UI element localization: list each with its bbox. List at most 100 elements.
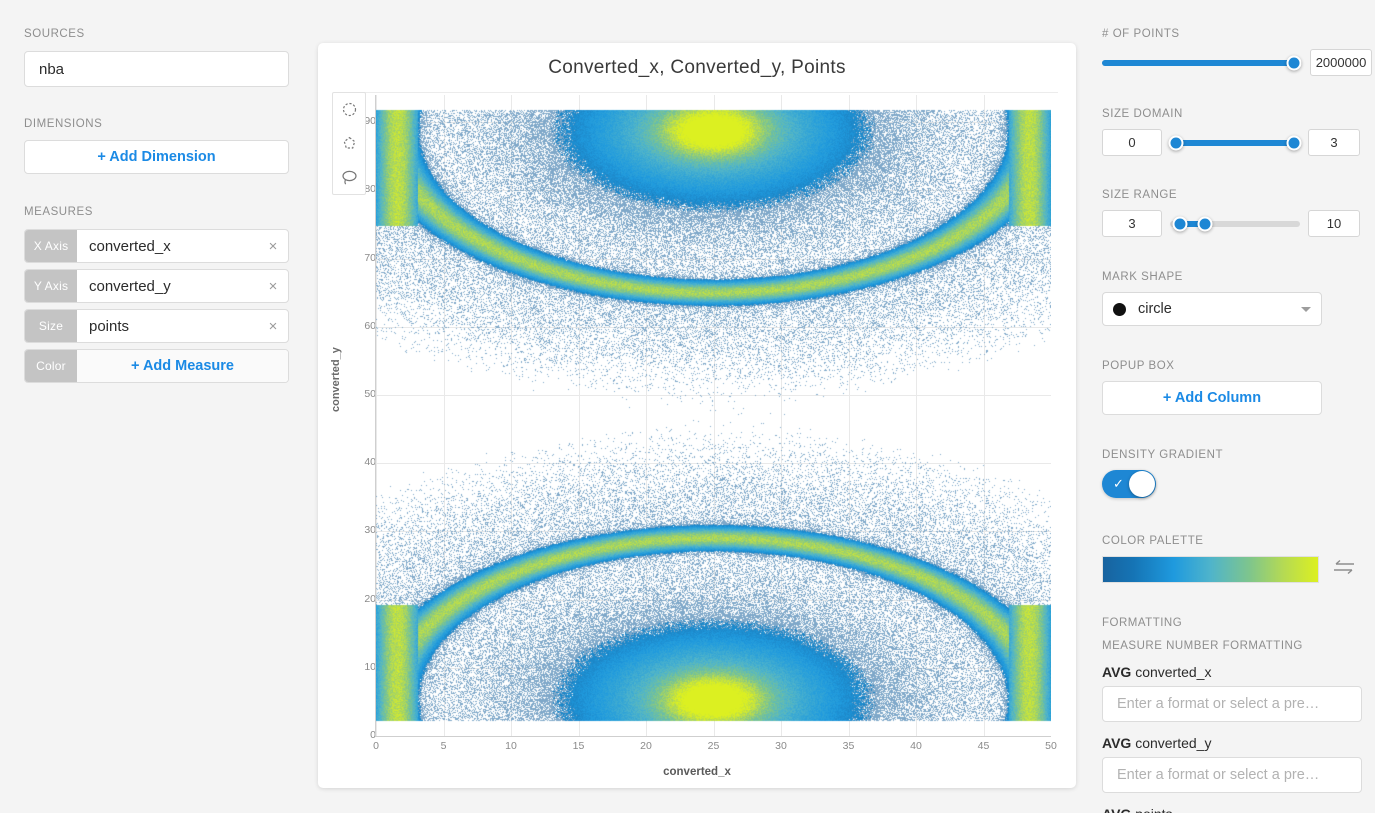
x-tick-label: 25 — [707, 740, 720, 752]
size-range-slider-row: 3 10 — [1102, 210, 1375, 237]
measure-row-color[interactable]: Color + Add Measure — [24, 349, 289, 383]
format-agg: AVG — [1102, 806, 1131, 813]
format-measure-name: AVG converted_x — [1102, 664, 1375, 680]
x-tick-label: 35 — [842, 740, 855, 752]
measure-chip: X Axis — [25, 230, 77, 262]
format-agg: AVG — [1102, 664, 1132, 680]
measure-number-formatting-label: MEASURE NUMBER FORMATTING — [1102, 640, 1303, 652]
scatter-plot-area[interactable] — [376, 95, 1051, 736]
measure-value[interactable]: points — [77, 310, 258, 342]
circle-shape-icon — [1113, 302, 1126, 316]
color-palette-control: COLOR PALETTE — [1102, 535, 1375, 583]
circle-select-icon[interactable] — [338, 99, 360, 121]
mark-shape-select[interactable]: circle — [1102, 292, 1322, 326]
points-slider-knob[interactable] — [1286, 55, 1302, 70]
x-tick-label: 20 — [640, 740, 652, 752]
popup-box-control: POPUP BOX + Add Column — [1102, 360, 1375, 415]
plot-wrapper: converted_y 0 10 20 30 40 50 60 70 80 90 0 5 10 1 — [318, 90, 1076, 788]
size-range-control: SIZE RANGE 3 10 — [1102, 189, 1375, 237]
color-palette-label: COLOR PALETTE — [1102, 535, 1204, 547]
formatting-section: FORMATTING MEASURE NUMBER FORMATTING AVG… — [1102, 617, 1375, 813]
density-gradient-label: DENSITY GRADIENT — [1102, 449, 1224, 461]
x-tick-label: 50 — [1045, 740, 1057, 752]
points-control: # OF POINTS 2000000 — [1102, 28, 1375, 76]
measure-value[interactable]: converted_x — [77, 230, 258, 262]
x-tick-label: 10 — [505, 740, 517, 752]
check-icon: ✓ — [1113, 476, 1124, 491]
size-range-max-input[interactable]: 10 — [1308, 210, 1360, 237]
add-measure-button[interactable]: + Add Measure — [77, 350, 288, 382]
add-dimension-button[interactable]: + Add Dimension — [24, 140, 289, 174]
size-domain-label: SIZE DOMAIN — [1102, 108, 1183, 120]
format-entry-points: AVG points — [1102, 806, 1375, 813]
size-domain-max-input[interactable]: 3 — [1308, 129, 1360, 156]
points-slider-row: 2000000 — [1102, 49, 1375, 76]
size-range-label: SIZE RANGE — [1102, 189, 1178, 201]
left-sidebar: SOURCES nba DIMENSIONS + Add Dimension M… — [0, 0, 310, 813]
density-scatter-layer — [376, 95, 1051, 736]
lasso-select-icon[interactable] — [338, 166, 360, 188]
measure-chip: Size — [25, 310, 77, 342]
toggle-knob — [1129, 471, 1155, 497]
x-tick-label: 40 — [910, 740, 922, 752]
chart-title: Converted_x, Converted_y, Points — [548, 57, 846, 78]
density-gradient-control: DENSITY GRADIENT ✓ — [1102, 449, 1375, 498]
measure-chip: Color — [25, 350, 77, 382]
add-column-button[interactable]: + Add Column — [1102, 381, 1322, 415]
size-range-slider[interactable] — [1170, 216, 1300, 231]
reverse-palette-icon[interactable] — [1333, 559, 1355, 580]
points-value-input[interactable]: 2000000 — [1310, 49, 1372, 76]
formatting-title: FORMATTING — [1102, 617, 1183, 629]
size-domain-min-input[interactable]: 0 — [1102, 129, 1162, 156]
format-field: points — [1135, 806, 1172, 813]
x-axis-label: converted_x — [663, 766, 731, 778]
size-domain-max-knob[interactable] — [1286, 135, 1302, 150]
remove-measure-icon[interactable]: × — [258, 310, 288, 342]
x-tick-label: 0 — [373, 740, 379, 752]
density-canvas — [376, 95, 1051, 736]
format-entry-converted-y: AVG converted_y Enter a format or select… — [1102, 735, 1375, 793]
x-tick-label: 15 — [572, 740, 585, 752]
measure-row-x-axis[interactable]: X Axis converted_x × — [24, 229, 289, 263]
dimensions-label: DIMENSIONS — [24, 118, 103, 130]
format-input-converted-x[interactable]: Enter a format or select a pre… — [1102, 686, 1362, 722]
remove-measure-icon[interactable]: × — [258, 270, 288, 302]
points-slider[interactable] — [1102, 55, 1302, 70]
measures-list: X Axis converted_x × Y Axis converted_y … — [24, 229, 289, 389]
source-input[interactable]: nba — [24, 51, 289, 87]
size-range-min-input[interactable]: 3 — [1102, 210, 1162, 237]
size-domain-control: SIZE DOMAIN 0 3 — [1102, 108, 1375, 156]
format-entry-converted-x: AVG converted_x Enter a format or select… — [1102, 664, 1375, 722]
size-domain-slider-row: 0 3 — [1102, 129, 1375, 156]
format-input-converted-y[interactable]: Enter a format or select a pre… — [1102, 757, 1362, 793]
size-range-min-knob[interactable] — [1172, 216, 1188, 231]
format-measure-name: AVG converted_y — [1102, 735, 1375, 751]
mark-shape-label: MARK SHAPE — [1102, 271, 1183, 283]
x-axis-line — [375, 736, 1051, 737]
mark-shape-control: MARK SHAPE circle — [1102, 271, 1375, 326]
format-field: converted_y — [1135, 735, 1212, 751]
selection-tool-palette[interactable] — [332, 92, 366, 195]
measure-row-y-axis[interactable]: Y Axis converted_y × — [24, 269, 289, 303]
format-measure-name: AVG points — [1102, 806, 1375, 813]
chart-card: Converted_x, Converted_y, Points convert… — [318, 43, 1076, 788]
density-gradient-toggle[interactable]: ✓ — [1102, 470, 1156, 498]
chevron-down-icon[interactable] — [1301, 306, 1311, 312]
right-sidebar: # OF POINTS 2000000 SIZE DOMAIN 0 3 SIZE… — [1090, 0, 1375, 813]
measures-label: MEASURES — [24, 206, 93, 218]
polygon-select-icon[interactable] — [338, 132, 360, 154]
format-field: converted_x — [1135, 664, 1212, 680]
x-tick-label: 5 — [440, 740, 447, 752]
remove-measure-icon[interactable]: × — [258, 230, 288, 262]
measure-value[interactable]: converted_y — [77, 270, 258, 302]
size-domain-min-knob[interactable] — [1168, 135, 1184, 150]
sources-label: SOURCES — [24, 28, 85, 40]
measure-chip: Y Axis — [25, 270, 77, 302]
points-label: # OF POINTS — [1102, 28, 1180, 40]
color-palette-swatch[interactable] — [1102, 556, 1319, 583]
measure-row-size[interactable]: Size points × — [24, 309, 289, 343]
size-domain-slider[interactable] — [1168, 135, 1302, 150]
popup-box-label: POPUP BOX — [1102, 360, 1175, 372]
app-root: SOURCES nba DIMENSIONS + Add Dimension M… — [0, 0, 1375, 813]
size-range-max-knob[interactable] — [1197, 216, 1213, 231]
